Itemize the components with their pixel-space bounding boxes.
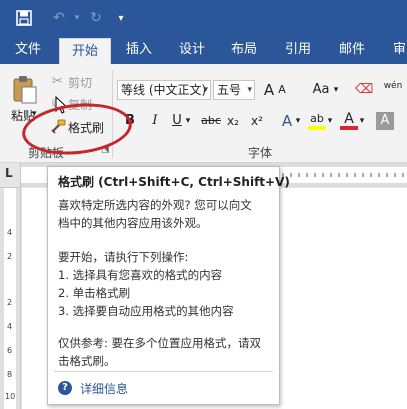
chevron-down-icon[interactable]: ▾: [247, 81, 252, 99]
mouse-cursor-icon: [55, 95, 68, 118]
cut-icon: ✂: [52, 74, 63, 89]
clipboard-group-label: 剪贴板: [28, 146, 65, 160]
paste-icon[interactable]: [11, 75, 39, 105]
shrink-font-button[interactable]: A: [276, 80, 288, 100]
font-size-value: 五号: [217, 83, 242, 97]
subscript-button[interactable]: x₂: [224, 112, 242, 130]
tab-file[interactable]: 文件: [6, 36, 50, 64]
chevron-down-icon[interactable]: ▾: [184, 112, 192, 130]
font-size-combo[interactable]: 五号 ▾: [213, 80, 255, 100]
group-separator: [112, 70, 113, 158]
format-painter-tooltip: 格式刷 (Ctrl+Shift+C, Ctrl+Shift+V) 喜欢特定所选内…: [47, 166, 290, 405]
bold-button[interactable]: B: [121, 112, 139, 130]
undo-icon[interactable]: ↶: [48, 8, 70, 28]
tooltip-description: 档中的其他内容应用该外观。: [58, 216, 208, 230]
ruler-number: 10: [5, 392, 16, 401]
tab-design[interactable]: 设计: [170, 36, 214, 64]
superscript-button[interactable]: x²: [248, 112, 266, 130]
format-painter-icon: [50, 118, 66, 134]
highlight-color-button[interactable]: ab: [308, 112, 326, 130]
phonetic-guide-label: wén: [383, 81, 403, 91]
font-name-value: 等线 (中文正文): [121, 83, 207, 97]
clear-format-icon[interactable]: ⌫: [355, 80, 373, 100]
chevron-down-icon[interactable]: ▾: [294, 112, 302, 130]
tooltip-step: 1. 选择具有您喜欢的格式的内容: [58, 268, 223, 282]
tooltip-steps-intro: 要开始，请执行下列操作:: [58, 250, 189, 264]
ruler-number: 2: [7, 252, 13, 261]
tab-layout[interactable]: 布局: [222, 36, 266, 64]
customize-qat-icon[interactable]: ▾: [115, 8, 127, 28]
tooltip-step: 3. 选择要自动应用格式的其他内容: [58, 304, 234, 318]
ruler-number: 4: [7, 228, 13, 237]
save-icon[interactable]: [14, 8, 34, 28]
change-case-button[interactable]: Aa: [311, 80, 331, 100]
tab-home[interactable]: 开始: [59, 38, 111, 64]
ruler-number: 4: [7, 322, 13, 331]
grow-font-button[interactable]: A: [262, 80, 276, 100]
tooltip-divider: [54, 371, 273, 372]
ruler-number: 6: [7, 346, 13, 355]
ruler-number: 2: [7, 298, 13, 307]
font-color-button[interactable]: A: [340, 112, 358, 130]
tooltip-title: 格式刷 (Ctrl+Shift+C, Ctrl+Shift+V): [58, 175, 290, 189]
tooltip-step: 2. 单击格式刷: [58, 286, 131, 300]
format-painter-button[interactable]: 格式刷: [68, 119, 104, 136]
redo-icon[interactable]: ↻: [86, 8, 106, 28]
paste-dropdown-icon[interactable]: ▾: [32, 109, 37, 119]
tooltip-description: 喜欢特定所选内容的外观? 您可以向文: [58, 198, 252, 212]
more-info-label: 详细信息: [80, 381, 129, 396]
undo-dropdown-icon[interactable]: ▾: [72, 8, 82, 28]
italic-button[interactable]: I: [146, 112, 164, 130]
phonetic-guide-button[interactable]: wén: [382, 80, 404, 100]
ruler-number: 8: [7, 370, 13, 379]
tab-review[interactable]: 审阅: [384, 36, 407, 64]
tab-selector-label: L: [5, 166, 13, 180]
chevron-down-icon[interactable]: ▾: [203, 81, 208, 99]
tooltip-tip: 仅供参考: 要在多个位置应用格式，请双: [58, 336, 262, 350]
tooltip-tip: 击格式刷。: [58, 354, 116, 368]
clipboard-launcher-icon[interactable]: ⬔: [101, 145, 110, 155]
vertical-ruler[interactable]: 4 2 2 4 6 8 10: [0, 188, 21, 409]
cut-button[interactable]: 剪切: [68, 74, 92, 91]
font-group-label: 字体: [248, 146, 273, 160]
strikethrough-button[interactable]: abc: [200, 112, 222, 130]
more-info-link[interactable]: ? 详细信息: [58, 378, 128, 398]
font-name-combo[interactable]: 等线 (中文正文) ▾: [117, 80, 211, 100]
tab-selector[interactable]: L: [0, 163, 21, 188]
chevron-down-icon[interactable]: ▾: [326, 112, 334, 130]
tab-mailings[interactable]: 邮件: [330, 36, 374, 64]
copy-button[interactable]: 复制: [68, 96, 92, 113]
tab-insert[interactable]: 插入: [117, 36, 161, 64]
tab-references[interactable]: 引用: [276, 36, 320, 64]
help-icon: ?: [58, 381, 72, 395]
chevron-down-icon[interactable]: ▾: [331, 80, 341, 100]
chevron-down-icon[interactable]: ▾: [358, 112, 366, 130]
char-shading-button[interactable]: A: [376, 112, 394, 130]
